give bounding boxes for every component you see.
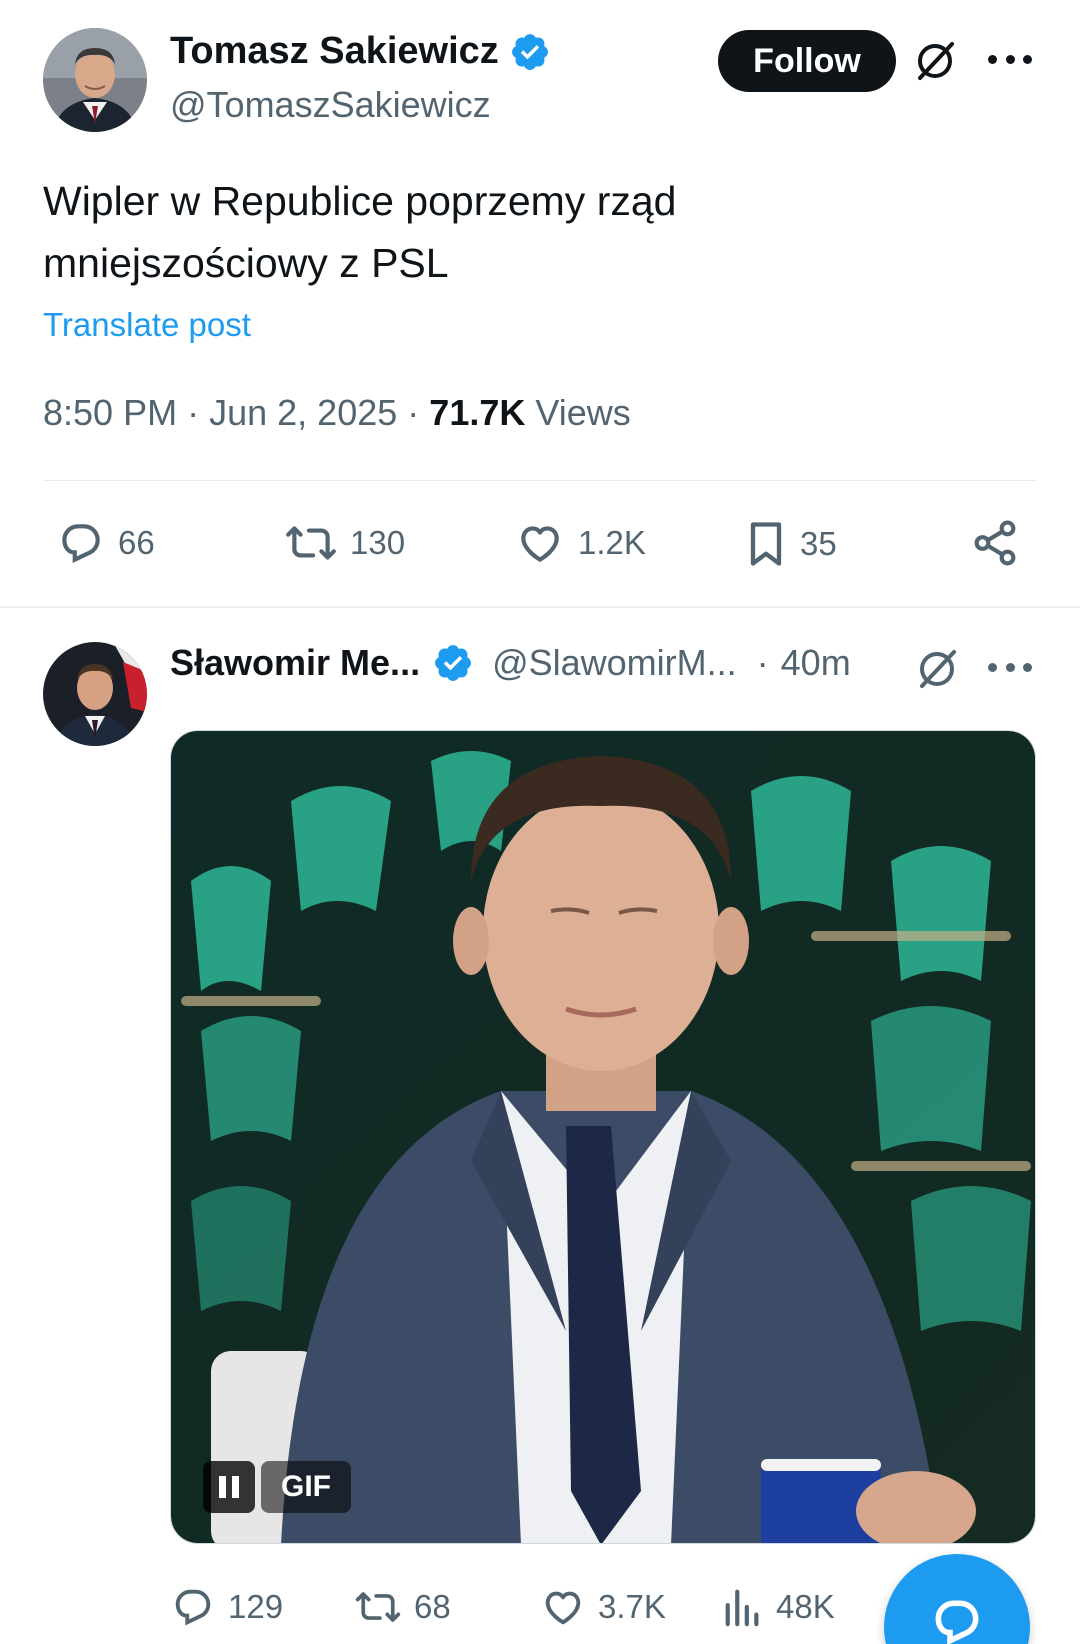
repost-button[interactable]: 68: [354, 1584, 451, 1630]
bookmark-icon: [744, 518, 788, 570]
reply-count: 66: [118, 524, 155, 561]
repost-icon: [284, 518, 338, 568]
gif-pause-button[interactable]: [203, 1461, 255, 1513]
reply-time[interactable]: 40m: [781, 642, 851, 684]
author-avatar[interactable]: [43, 28, 147, 132]
follow-button[interactable]: Follow: [718, 30, 896, 92]
like-icon: [540, 1584, 586, 1630]
compose-button[interactable]: [884, 1554, 1030, 1644]
like-button[interactable]: 3.7K: [540, 1584, 666, 1630]
reply-icon: [56, 518, 106, 568]
gif-media[interactable]: GIF: [170, 730, 1036, 1544]
author-handle[interactable]: @TomaszSakiewicz: [170, 84, 491, 126]
divider: [43, 480, 1037, 481]
reply-author-handle[interactable]: @SlawomirM...: [492, 642, 737, 684]
tweet-time[interactable]: 8:50 PM: [43, 392, 177, 433]
reply-count: 129: [228, 1588, 284, 1625]
main-tweet: Tomasz Sakiewicz @TomaszSakiewicz Follow…: [0, 0, 1080, 608]
views-button[interactable]: 48K: [722, 1584, 835, 1630]
tweet-text: Wipler w Republice poprzemy rząd mniejsz…: [43, 178, 677, 286]
more-options-icon[interactable]: [988, 52, 1032, 66]
tweet-metadata: 8:50 PM · Jun 2, 2025 · 71.7K Views: [43, 392, 631, 434]
more-options-icon[interactable]: [988, 660, 1032, 674]
bookmark-count: 35: [800, 525, 837, 562]
grok-icon[interactable]: [912, 38, 958, 84]
reply-icon: [170, 1584, 216, 1630]
gif-badge: GIF: [261, 1461, 351, 1513]
views-icon: [722, 1584, 764, 1630]
meta-separator: ·: [756, 642, 769, 683]
author-display-name[interactable]: Tomasz Sakiewicz: [170, 30, 499, 73]
repost-button[interactable]: 130: [284, 518, 405, 568]
reply-author-display-name[interactable]: Sławomir Me...: [170, 642, 420, 684]
like-icon: [514, 518, 566, 568]
translate-post-link[interactable]: Translate post: [43, 306, 251, 344]
views-count: 48K: [776, 1588, 835, 1625]
repost-count: 68: [414, 1588, 451, 1625]
reply-button[interactable]: 66: [56, 518, 155, 568]
repost-icon: [354, 1584, 402, 1630]
section-divider: [0, 606, 1080, 608]
verified-badge-icon: [509, 31, 551, 73]
reply-author-avatar[interactable]: [43, 642, 147, 746]
reply-author-row: Sławomir Me... @SlawomirM... · 40m: [170, 642, 851, 684]
share-icon: [970, 518, 1020, 568]
like-count: 1.2K: [578, 524, 646, 561]
like-count: 3.7K: [598, 1588, 666, 1625]
views-count[interactable]: 71.7K: [429, 392, 525, 433]
bookmark-button[interactable]: 35: [744, 518, 837, 570]
verified-badge-icon: [432, 642, 474, 684]
views-label: Views: [535, 392, 631, 433]
author-name-row: Tomasz Sakiewicz: [170, 30, 551, 73]
reply-button[interactable]: 129: [170, 1584, 283, 1630]
grok-icon[interactable]: [914, 646, 960, 692]
meta-separator: ·: [187, 392, 200, 433]
share-button[interactable]: [970, 518, 1020, 568]
tweet-date[interactable]: Jun 2, 2025: [209, 392, 397, 433]
meta-separator: ·: [407, 392, 420, 433]
compose-icon: [927, 1594, 987, 1644]
repost-count: 130: [350, 524, 406, 561]
like-button[interactable]: 1.2K: [514, 518, 646, 568]
